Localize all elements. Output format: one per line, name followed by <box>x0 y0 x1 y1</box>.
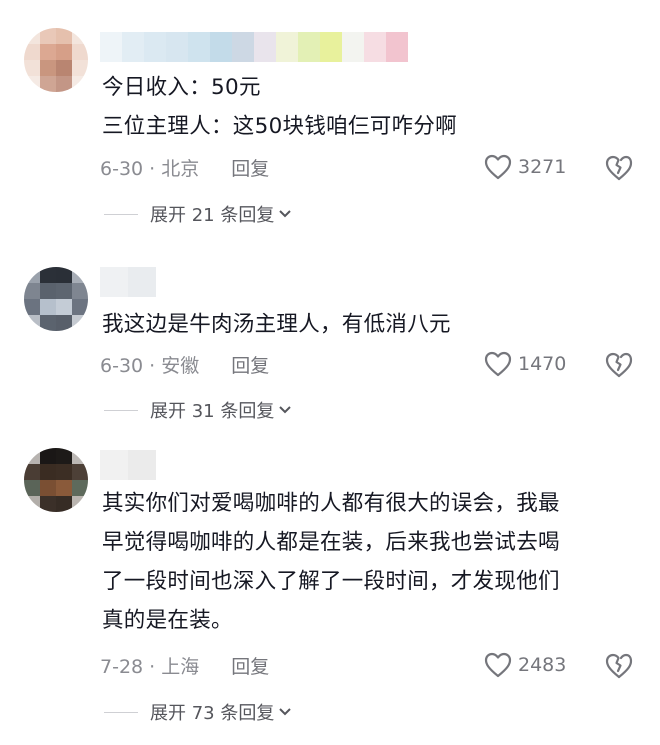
like-button[interactable]: 2483 <box>484 650 566 680</box>
like-count: 2483 <box>518 654 567 676</box>
reply-button[interactable]: 回复 <box>231 351 269 378</box>
broken-heart-icon[interactable] <box>604 349 634 379</box>
comment-text: 我这边是牛肉汤主理人，有低消八元 <box>102 305 636 344</box>
expand-label: 展开 73 条回复 <box>150 703 275 724</box>
comment-line: 了一段时间也深入了解了一段时间，才发现他们 <box>102 569 560 594</box>
chevron-down-icon <box>279 708 292 716</box>
date-location: 7-28 · 上海 <box>100 655 200 678</box>
comment-text: 今日收入：50元 三位主理人：这50块钱咱仨可咋分啊 <box>102 68 636 146</box>
comment-line: 我这边是牛肉汤主理人，有低消八元 <box>102 312 451 337</box>
username-blurred[interactable] <box>100 267 156 297</box>
broken-heart-icon[interactable] <box>604 152 634 182</box>
username-blurred[interactable] <box>100 32 408 62</box>
heart-outline-icon <box>484 652 512 678</box>
like-button[interactable]: 3271 <box>484 152 566 182</box>
date-location: 6-30 · 安徽 <box>100 354 200 377</box>
expand-replies-button[interactable]: 展开 73 条回复 <box>104 697 292 727</box>
divider-line <box>104 711 138 713</box>
expand-label: 展开 31 条回复 <box>150 401 275 422</box>
reply-button[interactable]: 回复 <box>231 652 269 679</box>
comment-meta: 6-30 · 安徽 回复 <box>100 349 269 379</box>
comment-line: 真的是在装。 <box>102 608 233 633</box>
reply-button[interactable]: 回复 <box>231 154 269 181</box>
like-count: 1470 <box>518 353 567 375</box>
like-button[interactable]: 1470 <box>484 349 566 379</box>
avatar[interactable] <box>24 448 88 512</box>
avatar[interactable] <box>24 267 88 331</box>
comment-line: 早觉得喝咖啡的人都是在装，后来我也尝试去喝 <box>102 530 560 555</box>
avatar[interactable] <box>24 28 88 92</box>
expand-label: 展开 21 条回复 <box>150 205 275 226</box>
broken-heart-icon[interactable] <box>604 650 634 680</box>
chevron-down-icon <box>279 210 292 218</box>
chevron-down-icon <box>279 406 292 414</box>
username-blurred[interactable] <box>100 450 156 480</box>
divider-line <box>104 213 138 215</box>
comment-line: 三位主理人：这50块钱咱仨可咋分啊 <box>102 114 457 139</box>
divider-line <box>104 409 138 411</box>
like-count: 3271 <box>518 156 567 178</box>
date-location: 6-30 · 北京 <box>100 157 200 180</box>
comment-line: 今日收入：50元 <box>102 75 261 100</box>
expand-replies-button[interactable]: 展开 31 条回复 <box>104 395 292 425</box>
expand-replies-button[interactable]: 展开 21 条回复 <box>104 199 292 229</box>
comment-meta: 6-30 · 北京 回复 <box>100 152 269 182</box>
comment-meta: 7-28 · 上海 回复 <box>100 650 269 680</box>
comment-line: 其实你们对爱喝咖啡的人都有很大的误会，我最 <box>102 491 560 516</box>
heart-outline-icon <box>484 351 512 377</box>
heart-outline-icon <box>484 154 512 180</box>
comment-text: 其实你们对爱喝咖啡的人都有很大的误会，我最 早觉得喝咖啡的人都是在装，后来我也尝… <box>102 484 636 640</box>
